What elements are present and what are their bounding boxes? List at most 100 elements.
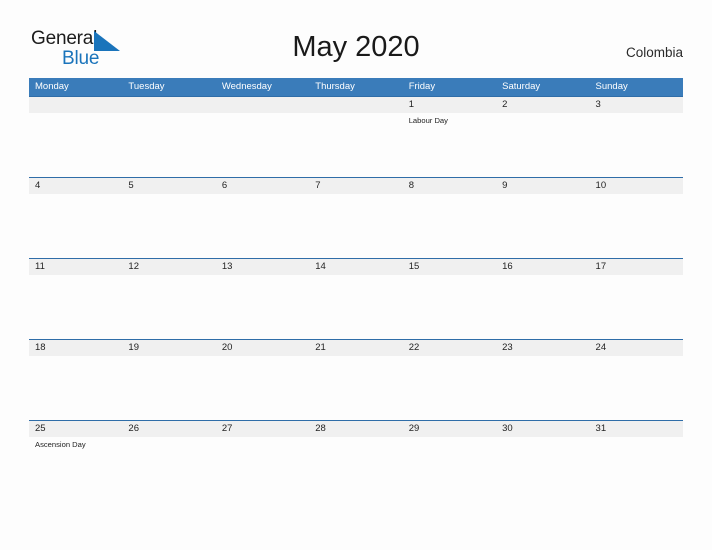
weekday-thursday: Thursday — [315, 81, 355, 92]
week-row: 4 5 6 7 8 9 10 — [29, 177, 683, 258]
day-number: 22 — [408, 342, 420, 353]
day-number: 16 — [502, 261, 513, 272]
week-date-band: 4 5 6 7 8 9 10 — [29, 177, 683, 194]
weekday-monday: Monday — [35, 81, 69, 92]
day-number: 24 — [595, 342, 607, 353]
weekday-friday: Friday — [408, 81, 436, 92]
day-cell[interactable] — [496, 194, 589, 258]
day-number: 4 — [35, 180, 41, 191]
day-cell[interactable] — [590, 437, 683, 501]
calendar-grid: Monday Tuesday Wednesday Thursday Friday… — [29, 78, 683, 501]
weekday-header-row: Monday Tuesday Wednesday Thursday Friday… — [29, 78, 683, 96]
day-number — [29, 97, 122, 113]
day-number — [216, 97, 309, 113]
day-number: 5 — [128, 180, 134, 191]
day-event: Labour Day — [408, 116, 448, 125]
week-row: 1 2 3 Labour Day — [29, 96, 683, 177]
day-number: 11 — [35, 261, 45, 272]
day-number: 3 — [595, 99, 601, 110]
weekday-tuesday: Tuesday — [128, 81, 165, 92]
day-cell[interactable] — [403, 275, 496, 339]
day-cell[interactable] — [309, 113, 402, 177]
week-date-band: 11 12 13 14 15 16 17 — [29, 258, 683, 275]
day-number: 27 — [221, 423, 233, 434]
day-number: 18 — [35, 342, 46, 353]
day-number: 17 — [595, 261, 607, 272]
day-cell[interactable] — [216, 194, 309, 258]
day-cell[interactable] — [122, 437, 215, 501]
day-cell[interactable] — [590, 194, 683, 258]
day-cell[interactable] — [309, 275, 402, 339]
week-body — [29, 194, 683, 258]
day-number: 8 — [408, 180, 414, 191]
week-date-band: 18 19 20 21 22 23 24 — [29, 339, 683, 356]
day-number: 6 — [221, 180, 228, 191]
day-cell[interactable] — [496, 356, 589, 420]
week-row: 18 19 20 21 22 23 24 — [29, 339, 683, 420]
day-cell[interactable] — [216, 437, 309, 501]
day-cell[interactable] — [216, 113, 309, 177]
day-cell[interactable] — [122, 356, 215, 420]
weekday-wednesday: Wednesday — [221, 81, 272, 92]
day-cell[interactable] — [309, 437, 402, 501]
day-cell[interactable] — [309, 194, 402, 258]
day-number: 28 — [315, 423, 326, 434]
week-row: 11 12 13 14 15 16 17 — [29, 258, 683, 339]
day-number: 23 — [502, 342, 513, 353]
day-number: 1 — [408, 99, 414, 110]
day-cell[interactable] — [216, 275, 309, 339]
page-header: General Blue May 2020 Colombia — [0, 0, 712, 76]
day-number: 12 — [128, 261, 139, 272]
day-cell[interactable] — [29, 194, 122, 258]
calendar-page: General Blue May 2020 Colombia Monday Tu… — [0, 0, 712, 550]
week-body — [29, 275, 683, 339]
day-cell[interactable] — [403, 437, 496, 501]
day-cell[interactable] — [403, 194, 496, 258]
day-cell[interactable]: Labour Day — [403, 113, 496, 177]
week-body: Labour Day — [29, 113, 683, 177]
day-number: 25 — [35, 423, 46, 434]
day-cell[interactable]: Ascension Day — [29, 437, 122, 501]
day-number: 30 — [502, 423, 513, 434]
week-date-band: 1 2 3 — [29, 96, 683, 113]
day-number — [122, 97, 215, 113]
day-cell[interactable] — [496, 437, 589, 501]
day-number: 13 — [221, 261, 233, 272]
day-number: 9 — [502, 180, 508, 191]
day-number: 14 — [315, 261, 326, 272]
day-cell[interactable] — [122, 113, 215, 177]
day-cell[interactable] — [29, 113, 122, 177]
week-body — [29, 356, 683, 420]
day-number: 19 — [128, 342, 139, 353]
day-cell[interactable] — [309, 356, 402, 420]
day-cell[interactable] — [590, 113, 683, 177]
day-number: 21 — [315, 342, 326, 353]
week-body: Ascension Day — [29, 437, 683, 501]
day-cell[interactable] — [216, 356, 309, 420]
day-cell[interactable] — [122, 194, 215, 258]
day-number: 29 — [408, 423, 420, 434]
day-number — [309, 97, 402, 113]
week-date-band: 25 26 27 28 29 30 31 — [29, 420, 683, 437]
day-cell[interactable] — [590, 356, 683, 420]
day-cell[interactable] — [590, 275, 683, 339]
day-number: 20 — [221, 342, 233, 353]
week-row: 25 26 27 28 29 30 31 Ascension Day — [29, 420, 683, 501]
weekday-saturday: Saturday — [502, 81, 541, 92]
day-cell[interactable] — [496, 275, 589, 339]
day-cell[interactable] — [122, 275, 215, 339]
day-number: 26 — [128, 423, 139, 434]
weekday-sunday: Sunday — [595, 81, 628, 92]
day-number: 2 — [502, 99, 508, 110]
page-title: May 2020 — [292, 31, 420, 63]
day-number: 15 — [408, 261, 420, 272]
day-number: 7 — [315, 180, 321, 191]
day-cell[interactable] — [496, 113, 589, 177]
day-cell[interactable] — [29, 356, 122, 420]
day-cell[interactable] — [403, 356, 496, 420]
day-number: 31 — [595, 423, 607, 434]
country-label: Colombia — [625, 45, 683, 60]
day-cell[interactable] — [29, 275, 122, 339]
day-number: 10 — [595, 180, 607, 191]
day-event: Ascension Day — [35, 440, 86, 449]
